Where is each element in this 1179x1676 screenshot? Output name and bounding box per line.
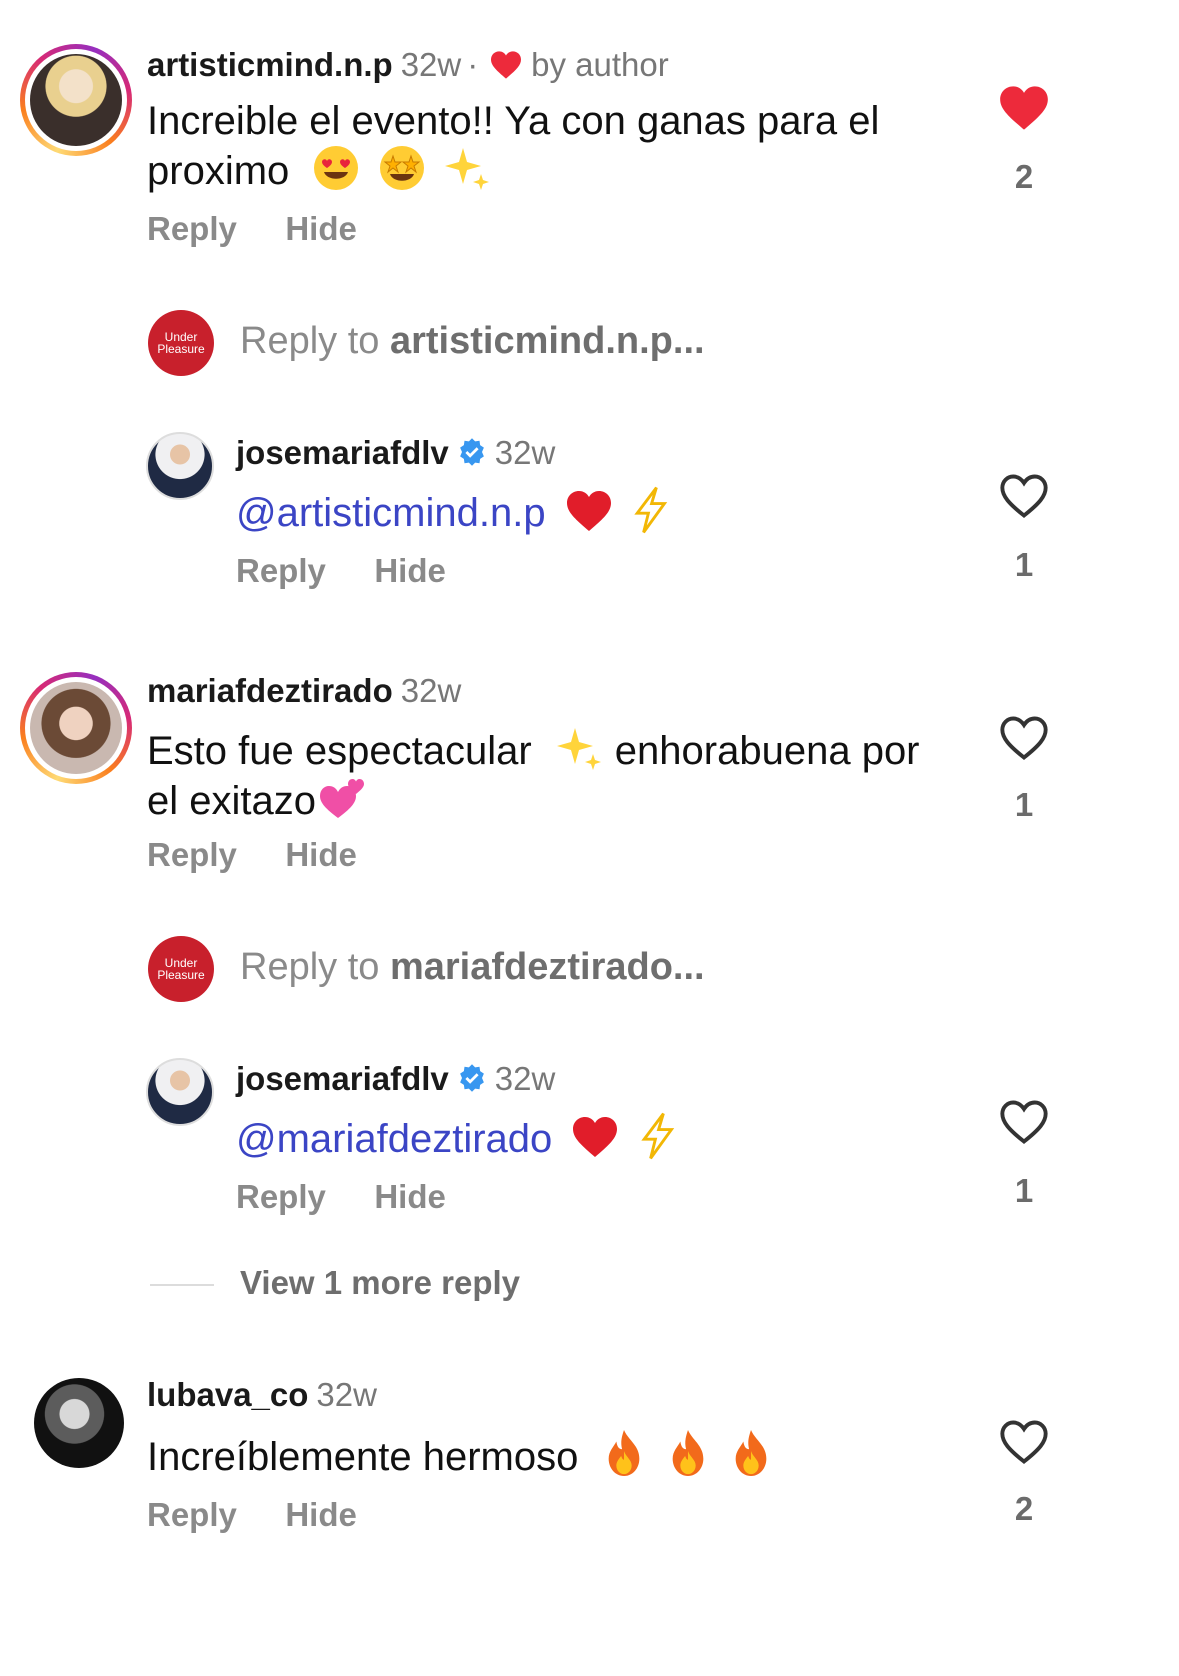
like-count: 1: [1014, 786, 1034, 823]
lightning-emoji: [640, 1112, 674, 1160]
author-badge: by author: [531, 46, 669, 83]
verified-badge-icon: [459, 438, 484, 466]
lightning-emoji: [634, 486, 668, 534]
mention-link[interactable]: @mariafdeztirado: [236, 1117, 552, 1161]
like-heart-icon[interactable]: [998, 1418, 1050, 1466]
username[interactable]: artisticmind.n.p: [147, 46, 393, 83]
heart-eyes-emoji: [314, 146, 359, 190]
avatar: [30, 682, 122, 774]
avatar[interactable]: [146, 1058, 214, 1126]
comment-actions: Reply Hide: [236, 1178, 446, 1216]
sparkles-emoji: [556, 728, 601, 770]
hide-button[interactable]: Hide: [374, 552, 446, 589]
comment-text: @artisticmind.n.p: [236, 486, 670, 536]
username[interactable]: josemariafdlv: [236, 434, 449, 471]
hide-button[interactable]: Hide: [374, 1178, 446, 1215]
comment-text: Esto fue espectacular enhorabuena por el…: [147, 724, 967, 824]
timestamp: 32w: [400, 672, 462, 709]
avatar-ring-artisticmind[interactable]: [20, 44, 132, 156]
fire-emoji: [609, 1430, 640, 1476]
avatar[interactable]: [34, 1378, 124, 1468]
reply-button[interactable]: Reply: [147, 1496, 237, 1533]
hide-button[interactable]: Hide: [285, 836, 357, 873]
comment-actions: Reply Hide: [236, 552, 446, 590]
heart-icon: [490, 51, 521, 79]
sparkles-emoji: [444, 148, 489, 190]
reply-input-prompt[interactable]: Reply to artisticmind.n.p...: [240, 320, 705, 363]
timestamp: 32w: [494, 1060, 556, 1097]
like-heart-icon[interactable]: [998, 714, 1050, 762]
hide-button[interactable]: Hide: [285, 210, 357, 247]
two-hearts-emoji: [319, 779, 364, 818]
like-heart-icon[interactable]: [998, 1098, 1050, 1146]
brand-logo: Under Pleasure: [148, 936, 214, 1002]
username[interactable]: josemariafdlv: [236, 1060, 449, 1097]
like-count: 1: [1014, 1172, 1034, 1209]
thread-divider: [150, 1284, 214, 1286]
star-struck-emoji: [379, 146, 424, 190]
like-count: 2: [1014, 158, 1034, 195]
reply-button[interactable]: Reply: [236, 1178, 326, 1215]
username[interactable]: mariafdeztirado: [147, 672, 393, 709]
verified-badge-icon: [459, 1064, 484, 1092]
red-heart-emoji: [573, 1117, 618, 1157]
avatar[interactable]: [146, 432, 214, 500]
comment-header: josemariafdlv 32w: [236, 434, 555, 472]
comment-text: Increible el evento!! Ya con ganas para …: [147, 99, 880, 193]
view-more-replies-button[interactable]: View 1 more reply: [240, 1264, 520, 1302]
hide-button[interactable]: Hide: [285, 1496, 357, 1533]
comment-actions: Reply Hide: [147, 210, 357, 248]
reply-button[interactable]: Reply: [236, 552, 326, 589]
like-count: 2: [1014, 1490, 1034, 1527]
username[interactable]: lubava_co: [147, 1376, 308, 1413]
timestamp: 32w: [316, 1376, 377, 1413]
comment-header: josemariafdlv 32w: [236, 1060, 555, 1098]
fire-emoji: [672, 1430, 703, 1476]
mention-link[interactable]: @artisticmind.n.p: [236, 491, 546, 535]
fire-emoji: [735, 1430, 767, 1476]
comment-header: artisticmind.n.p 32w · by author: [147, 46, 669, 83]
timestamp: 32w: [494, 434, 556, 471]
comment-text: @mariafdeztirado: [236, 1112, 677, 1162]
brand-logo: Under Pleasure: [148, 310, 214, 376]
comment-text: Increíblemente hermoso: [147, 1428, 774, 1480]
timestamp: 32w: [400, 46, 462, 83]
like-heart-icon[interactable]: [998, 472, 1050, 520]
like-heart-icon[interactable]: [998, 84, 1050, 132]
comment-actions: Reply Hide: [147, 836, 357, 874]
comment-header: lubava_co 32w: [147, 1376, 377, 1414]
comment-header: mariafdeztirado 32w: [147, 672, 461, 710]
red-heart-emoji: [566, 491, 611, 531]
reply-button[interactable]: Reply: [147, 836, 237, 873]
avatar-ring-mariafdeztirado[interactable]: [20, 672, 132, 784]
reply-input-prompt[interactable]: Reply to mariafdeztirado...: [240, 946, 705, 989]
reply-button[interactable]: Reply: [147, 210, 237, 247]
avatar: [30, 54, 122, 146]
comment-actions: Reply Hide: [147, 1496, 357, 1534]
like-count: 1: [1014, 546, 1034, 583]
